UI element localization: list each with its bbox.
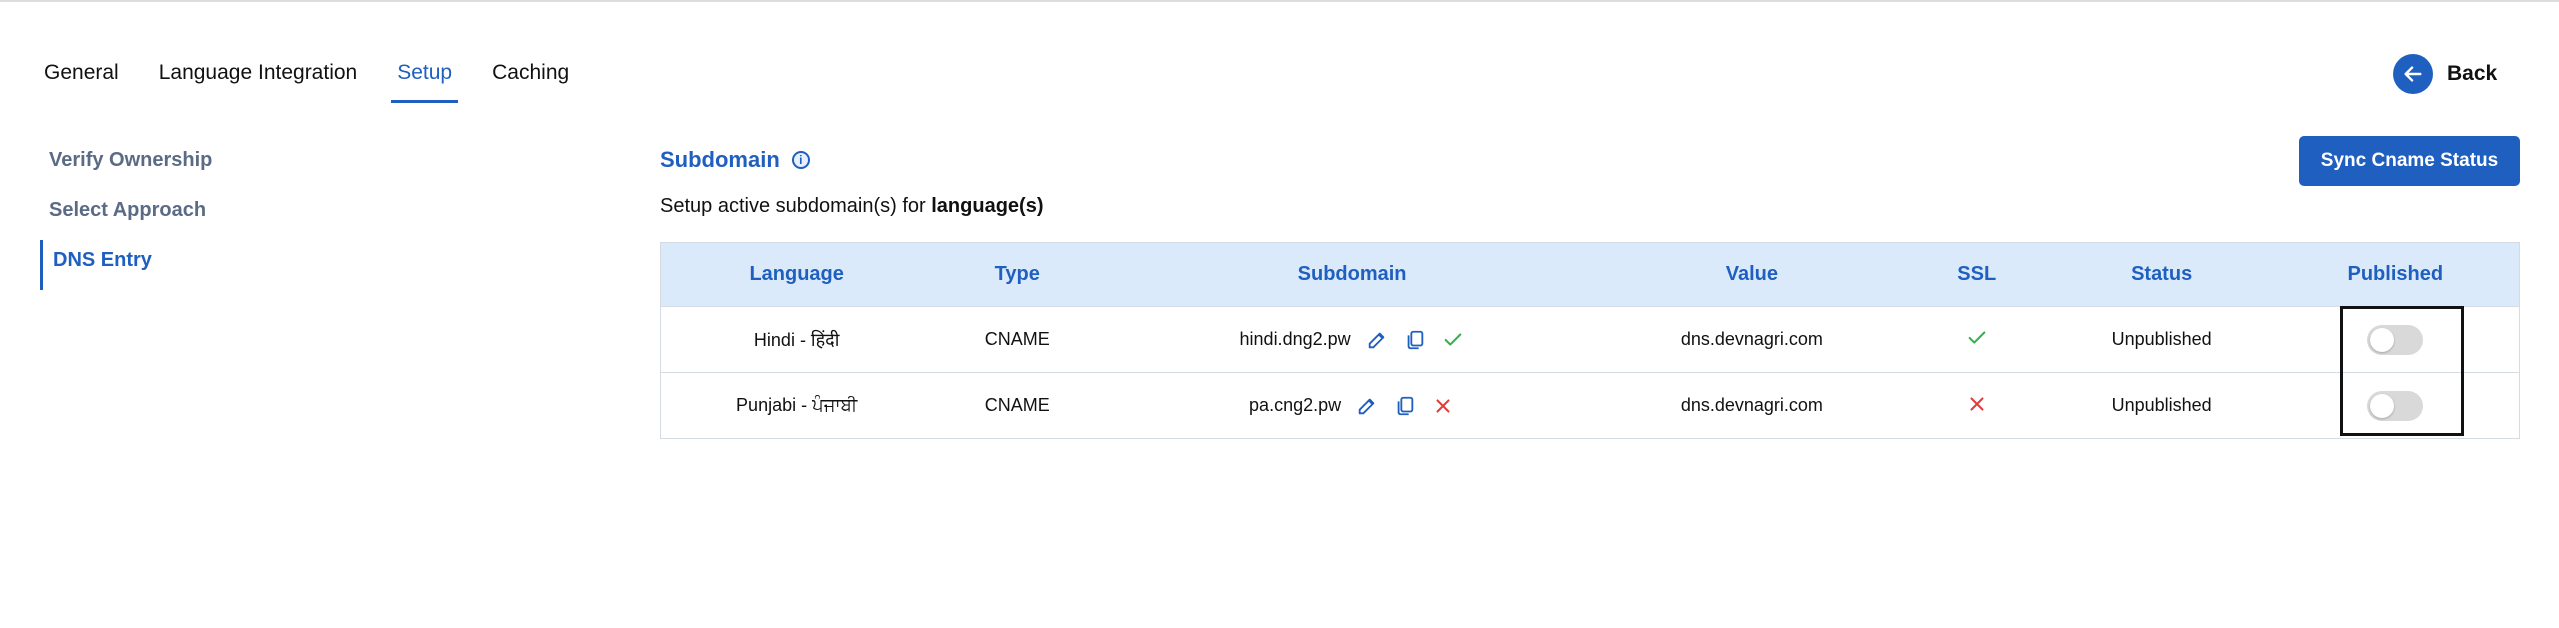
table-row: Punjabi - ਪੰਜਾਬੀ CNAME pa.cng2.pw dns.de…: [660, 372, 2520, 439]
top-divider: [0, 0, 2559, 2]
cell-type: CNAME: [932, 306, 1103, 373]
cell-value: dns.devnagri.com: [1601, 372, 1902, 439]
copy-icon[interactable]: [1393, 394, 1417, 418]
cross-icon: [1431, 394, 1455, 418]
edit-pencil-icon[interactable]: [1355, 394, 1379, 418]
table-header-row: Language Type Subdomain Value SSL Status…: [660, 242, 2520, 307]
setup-steps-nav: Verify Ownership Select Approach DNS Ent…: [40, 140, 440, 290]
cell-status: Unpublished: [2051, 372, 2272, 439]
subdomain-text: hindi.dng2.pw: [1239, 329, 1351, 349]
header-status: Status: [2051, 242, 2272, 307]
section-title-text: Subdomain: [660, 147, 780, 172]
cell-value: dns.devnagri.com: [1601, 306, 1902, 373]
description-prefix: Setup active subdomain(s) for: [660, 195, 932, 217]
header-value: Value: [1601, 242, 1902, 307]
ssl-check-icon: [1965, 326, 1989, 350]
cell-published: [2271, 372, 2520, 439]
published-toggle[interactable]: [2367, 390, 2424, 421]
subdomain-text: pa.cng2.pw: [1249, 395, 1342, 415]
tab-general[interactable]: General: [44, 58, 119, 103]
top-tabs: General Language Integration Setup Cachi…: [44, 58, 609, 103]
cell-language: Punjabi - ਪੰਜਾਬੀ: [660, 372, 933, 439]
toggle-knob: [2370, 327, 2395, 352]
cell-ssl: [1901, 372, 2052, 439]
published-toggle[interactable]: [2367, 324, 2424, 355]
cell-ssl: [1901, 306, 2052, 373]
dns-table: Language Type Subdomain Value SSL Status…: [660, 242, 2520, 439]
cell-subdomain: hindi.dng2.pw: [1102, 306, 1602, 373]
header-published: Published: [2271, 242, 2520, 307]
header-language: Language: [660, 242, 933, 307]
header-subdomain: Subdomain: [1102, 242, 1602, 307]
tab-caching[interactable]: Caching: [492, 58, 569, 103]
back-button[interactable]: Back: [2393, 54, 2497, 94]
copy-icon[interactable]: [1403, 328, 1427, 352]
cell-type: CNAME: [932, 372, 1103, 439]
nav-select-approach[interactable]: Select Approach: [40, 190, 440, 240]
cell-language: Hindi - हिंदी: [660, 306, 933, 373]
nav-dns-entry[interactable]: DNS Entry: [40, 240, 440, 290]
arrow-left-icon: [2393, 54, 2433, 94]
description-bold: language(s): [931, 195, 1044, 217]
sync-cname-status-button[interactable]: Sync Cname Status: [2299, 136, 2520, 186]
ssl-cross-icon: [1965, 392, 1989, 416]
back-label: Back: [2447, 62, 2498, 85]
tab-language-integration[interactable]: Language Integration: [159, 58, 358, 103]
cell-subdomain: pa.cng2.pw: [1102, 372, 1602, 439]
check-icon: [1441, 328, 1465, 352]
cell-published: [2271, 306, 2520, 373]
header-type: Type: [932, 242, 1103, 307]
edit-pencil-icon[interactable]: [1365, 328, 1389, 352]
table-row: Hindi - हिंदी CNAME hindi.dng2.pw dns.de…: [660, 306, 2520, 373]
info-icon[interactable]: i: [791, 151, 810, 169]
nav-verify-ownership[interactable]: Verify Ownership: [40, 140, 440, 190]
tab-setup[interactable]: Setup: [391, 58, 459, 103]
section-description: Setup active subdomain(s) for language(s…: [660, 195, 1044, 218]
cell-status: Unpublished: [2051, 306, 2272, 373]
header-ssl: SSL: [1901, 242, 2052, 307]
toggle-knob: [2370, 393, 2395, 418]
section-title: Subdomain i: [660, 147, 810, 173]
